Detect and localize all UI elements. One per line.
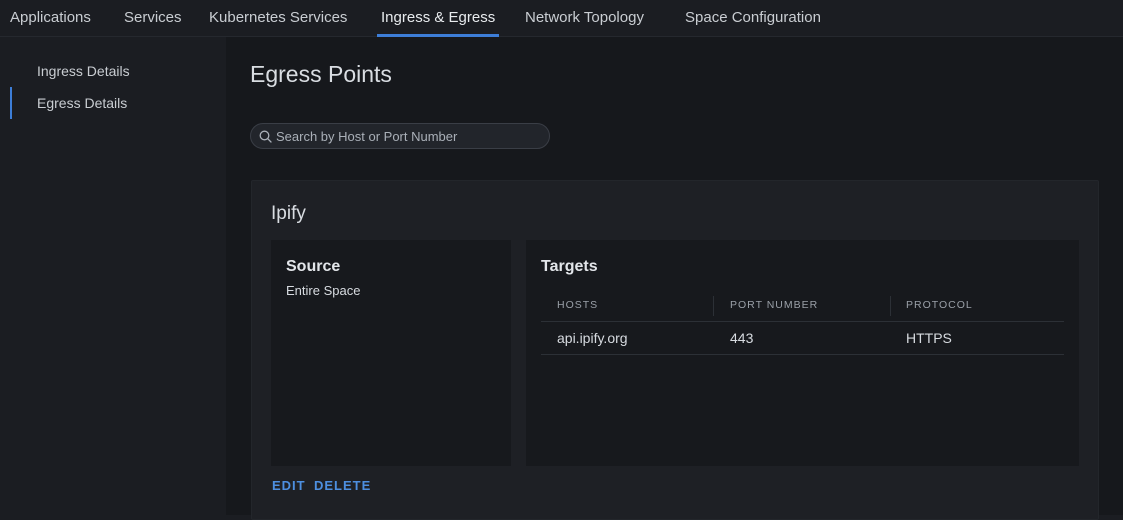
search-icon [259, 130, 272, 143]
sidebar-item-egress-details[interactable]: Egress Details [37, 95, 127, 111]
page-title: Egress Points [250, 61, 392, 87]
tab-ingress-egress[interactable]: Ingress & Egress [376, 0, 500, 37]
table-cell-host: api.ipify.org [557, 330, 628, 346]
search-input[interactable] [276, 126, 544, 146]
table-cell-port: 443 [730, 330, 754, 346]
tab-kubernetes-services[interactable]: Kubernetes Services [209, 0, 347, 37]
column-header-hosts: HOSTS [557, 299, 599, 311]
tab-space-configuration[interactable]: Space Configuration [685, 0, 821, 37]
delete-button[interactable]: DELETE [314, 478, 371, 493]
tab-applications[interactable]: Applications [10, 0, 91, 37]
column-header-port-number: PORT NUMBER [730, 299, 819, 311]
targets-panel [526, 240, 1079, 466]
top-navigation: Applications Services Kubernetes Service… [0, 0, 1123, 37]
column-header-protocol: PROTOCOL [906, 299, 973, 311]
source-value: Entire Space [286, 283, 361, 298]
table-row-divider [541, 354, 1064, 355]
tab-services[interactable]: Services [124, 0, 182, 37]
search-box[interactable] [250, 123, 550, 149]
source-heading: Source [286, 258, 341, 275]
edit-button[interactable]: EDIT [272, 478, 306, 493]
table-header-divider [541, 321, 1064, 322]
column-divider [890, 296, 891, 316]
sidebar-active-indicator [10, 87, 12, 119]
table-cell-protocol: HTTPS [906, 330, 952, 346]
targets-heading: Targets [541, 258, 598, 275]
tab-network-topology[interactable]: Network Topology [525, 0, 644, 37]
column-divider [713, 296, 714, 316]
egress-point-name: Ipify [271, 203, 306, 224]
sidebar-item-ingress-details[interactable]: Ingress Details [37, 63, 130, 79]
